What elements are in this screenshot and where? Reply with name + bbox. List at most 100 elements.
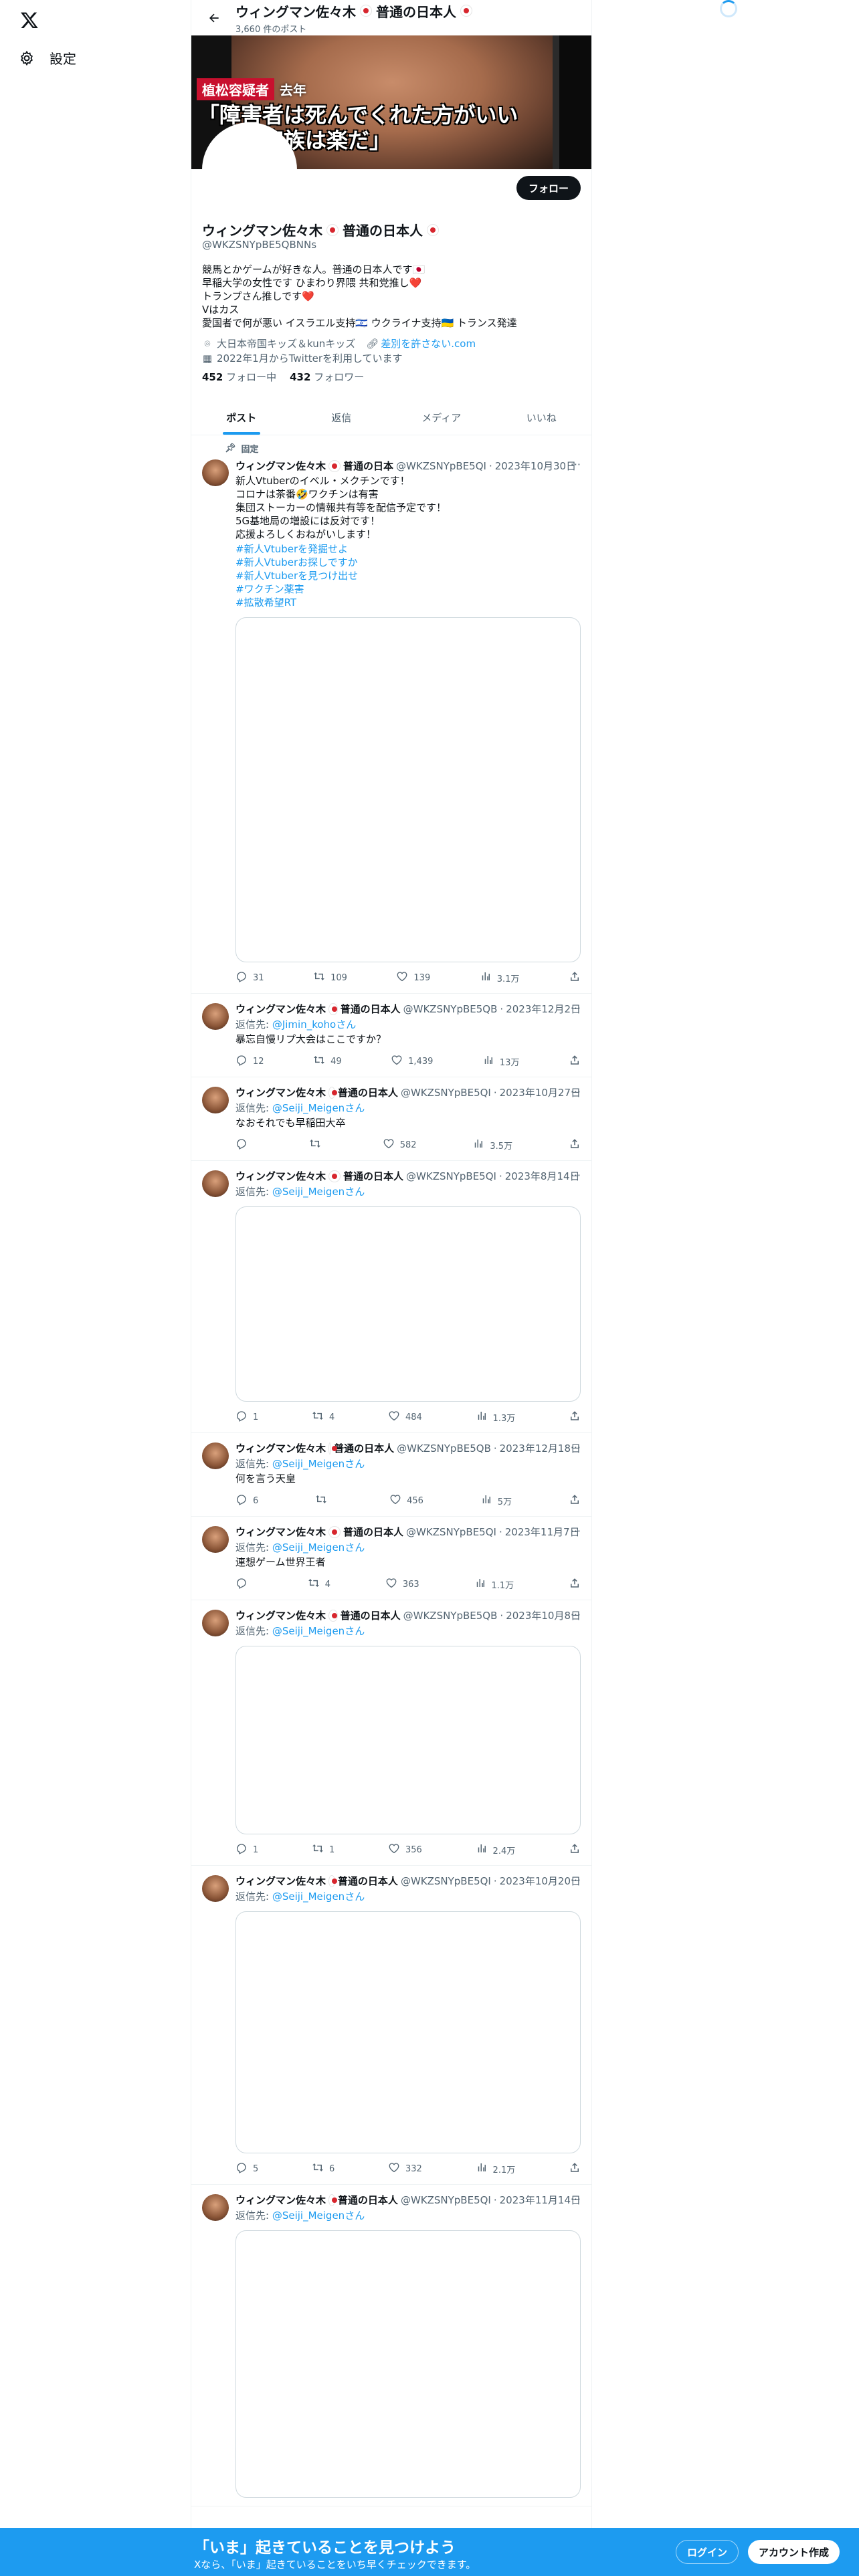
post-author-name[interactable]: ウィングマン佐々木 <box>235 1525 326 1539</box>
views-button[interactable]: 3.1万 <box>480 970 519 985</box>
hashtag-link[interactable]: #新人Vtuberを発掘せよ <box>235 543 348 555</box>
avatar[interactable] <box>202 1003 229 1030</box>
views-button[interactable]: 5万 <box>480 1493 512 1508</box>
like-button[interactable]: 356 <box>388 1842 422 1857</box>
post[interactable]: 📌︎ 固定 ··· ウィングマン佐々木 普通の日本 @WKZSNYpBE5QI · 2023年… <box>191 435 591 994</box>
tab-replies[interactable]: 返信 <box>292 400 392 435</box>
more-options-icon[interactable]: ··· <box>571 1002 581 1014</box>
hashtag-link[interactable]: #新人Vtuberお探しですか <box>235 556 358 568</box>
post[interactable]: ··· ウィングマン佐々木 普通の日本人 @WKZSNYpBE5QI · 2023年8月1… <box>191 1161 591 1433</box>
more-options-icon[interactable]: ··· <box>571 1169 581 1182</box>
settings-link[interactable]: 設定 <box>19 48 76 68</box>
like-button[interactable]: 332 <box>388 2161 422 2176</box>
tab-likes[interactable]: いいね <box>492 400 592 435</box>
reply-to-handle[interactable]: @Seiji_Meigenさん <box>272 1186 365 1198</box>
post-author-name[interactable]: ウィングマン佐々木 <box>235 1441 326 1455</box>
reply-to-handle[interactable]: @Seiji_Meigenさん <box>272 1458 365 1470</box>
post-media[interactable] <box>235 1206 581 1402</box>
views-button[interactable]: 1.3万 <box>476 1410 515 1424</box>
share-button[interactable] <box>569 1842 581 1857</box>
following-link[interactable]: 452 フォロー中 <box>202 370 276 384</box>
like-button[interactable]: 484 <box>388 1410 422 1424</box>
views-button[interactable]: 1.1万 <box>474 1577 514 1592</box>
tab-media[interactable]: メディア <box>391 400 492 435</box>
reply-button[interactable]: 12 <box>235 1054 264 1069</box>
post-date[interactable]: 2023年10月20日 <box>500 1874 581 1888</box>
repost-button[interactable] <box>309 1138 326 1152</box>
reply-button[interactable]: 31 <box>235 970 264 985</box>
reply-button[interactable]: 5 <box>235 2161 258 2176</box>
share-button[interactable] <box>569 1138 581 1152</box>
like-button[interactable]: 363 <box>385 1577 419 1592</box>
like-button[interactable]: 139 <box>396 970 430 985</box>
post-author-name[interactable]: ウィングマン佐々木 <box>235 2193 326 2207</box>
avatar[interactable] <box>202 1170 229 1197</box>
post-media[interactable] <box>235 1646 581 1834</box>
views-button[interactable]: 3.5万 <box>472 1138 512 1152</box>
profile-link[interactable]: 差別を許さない.com <box>381 336 476 351</box>
like-button[interactable]: 1,439 <box>391 1054 433 1069</box>
reply-button[interactable] <box>235 1577 253 1592</box>
reply-to-handle[interactable]: @Seiji_Meigenさん <box>272 1891 365 1903</box>
share-button[interactable] <box>569 1493 581 1508</box>
post-author-name[interactable]: ウィングマン佐々木 <box>235 459 326 473</box>
post[interactable]: ··· ウィングマン佐々木 普通の日本人 @WKZSNYpBE5QI · 2023年10月… <box>191 1077 591 1161</box>
more-options-icon[interactable]: ··· <box>571 458 581 471</box>
reply-button[interactable] <box>235 1138 253 1152</box>
post-date[interactable]: 2023年10月27日 <box>500 1085 581 1099</box>
share-button[interactable] <box>569 1577 581 1592</box>
login-button[interactable]: ログイン <box>676 2540 739 2564</box>
reply-to-handle[interactable]: @Seiji_Meigenさん <box>272 1541 365 1553</box>
followers-link[interactable]: 432 フォロワー <box>290 370 364 384</box>
tab-posts[interactable]: ポスト <box>191 400 292 435</box>
avatar[interactable] <box>202 1087 229 1113</box>
post-date[interactable]: 2023年11月7日 <box>505 1525 580 1539</box>
repost-button[interactable]: 4 <box>308 1577 330 1592</box>
avatar[interactable] <box>202 1442 229 1469</box>
avatar[interactable] <box>202 2194 229 2221</box>
like-button[interactable]: 582 <box>383 1138 417 1152</box>
reply-button[interactable]: 1 <box>235 1410 258 1424</box>
post-date[interactable]: 2023年8月14日 <box>505 1169 580 1183</box>
post-author-name[interactable]: ウィングマン佐々木 <box>235 1085 326 1099</box>
repost-button[interactable] <box>315 1493 332 1508</box>
post-media[interactable] <box>235 617 581 962</box>
more-options-icon[interactable]: ··· <box>571 1874 581 1887</box>
follow-button[interactable]: フォロー <box>516 176 581 200</box>
share-button[interactable] <box>569 970 581 985</box>
reply-button[interactable]: 1 <box>235 1842 258 1857</box>
post-author-name[interactable]: ウィングマン佐々木 <box>235 1608 326 1622</box>
post-date[interactable]: 2023年12月18日 <box>500 1441 581 1455</box>
share-button[interactable] <box>569 1054 581 1069</box>
avatar[interactable] <box>202 1610 229 1636</box>
post-author-name[interactable]: ウィングマン佐々木 <box>235 1169 326 1183</box>
post[interactable]: ··· ウィングマン佐々木 普通の日本人 @WKZSNYpBE5QI · 2023年11月… <box>191 1517 591 1600</box>
post[interactable]: ··· ウィングマン佐々木 普通の日本人 @WKZSNYpBE5QB · 2023年12月… <box>191 1433 591 1517</box>
reply-to-handle[interactable]: @Seiji_Meigenさん <box>272 1102 365 1114</box>
post[interactable]: ··· ウィングマン佐々木 普通の日本人 @WKZSNYpBE5QB · 2023年12月… <box>191 994 591 1077</box>
post-date[interactable]: 2023年10月30日 <box>495 459 576 473</box>
post[interactable]: ··· ウィングマン佐々木 普通の日本人 @WKZSNYpBE5QI · 2023年11月… <box>191 2185 591 2506</box>
reply-button[interactable]: 6 <box>235 1493 258 1508</box>
post-author-name[interactable]: ウィングマン佐々木 <box>235 1002 326 1016</box>
more-options-icon[interactable]: ··· <box>571 1608 581 1621</box>
more-options-icon[interactable]: ··· <box>571 2193 581 2206</box>
more-options-icon[interactable]: ··· <box>571 1085 581 1098</box>
views-button[interactable]: 2.4万 <box>476 1842 515 1857</box>
hashtag-link[interactable]: #新人Vtuberを見つけ出せ <box>235 570 358 582</box>
avatar[interactable] <box>202 1875 229 1902</box>
reply-to-handle[interactable]: @Jimin_kohoさん <box>272 1018 356 1031</box>
avatar[interactable] <box>202 459 229 486</box>
create-account-button[interactable]: アカウント作成 <box>748 2540 840 2564</box>
post-date[interactable]: 2023年10月8日 <box>506 1608 581 1622</box>
views-button[interactable]: 13万 <box>482 1054 519 1069</box>
repost-button[interactable]: 1 <box>312 1842 335 1857</box>
repost-button[interactable]: 109 <box>313 970 347 985</box>
like-button[interactable]: 456 <box>389 1493 423 1508</box>
reply-to-handle[interactable]: @Seiji_Meigenさん <box>272 2210 365 2222</box>
back-arrow-icon[interactable] <box>202 6 226 30</box>
post[interactable]: ··· ウィングマン佐々木 普通の日本人 @WKZSNYpBE5QI · 2023年10月… <box>191 1866 591 2185</box>
repost-button[interactable]: 49 <box>313 1054 342 1069</box>
post-media[interactable] <box>235 1911 581 2153</box>
post-date[interactable]: 2023年12月2日 <box>506 1002 581 1016</box>
